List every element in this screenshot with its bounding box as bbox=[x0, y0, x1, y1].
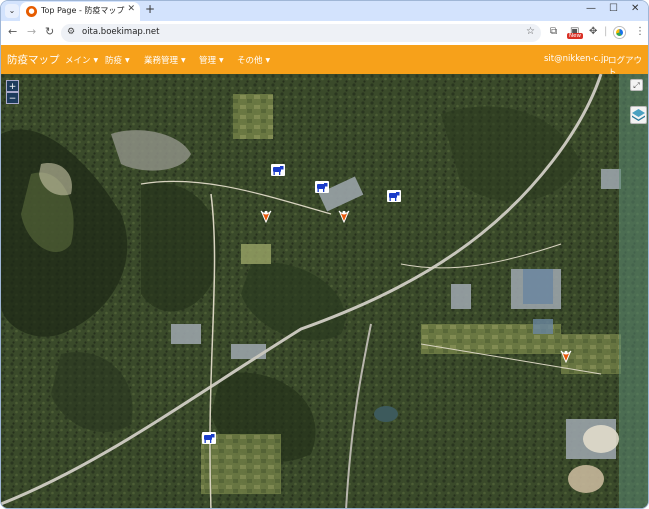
cow-marker-icon[interactable] bbox=[271, 164, 285, 176]
cow-marker-icon[interactable] bbox=[315, 181, 329, 193]
menu-boueki[interactable]: 防疫 ▼ bbox=[105, 54, 130, 66]
screenshot-icon[interactable]: ⧉ bbox=[550, 26, 557, 37]
tab-title: Top Page - 防疫マップ bbox=[41, 6, 125, 15]
caret-down-icon: ▼ bbox=[181, 57, 186, 64]
caret-down-icon: ▼ bbox=[265, 57, 271, 64]
bookmark-star-icon[interactable]: ☆ bbox=[526, 26, 535, 37]
app-navbar: 防疫マップ メイン ▼ 防疫 ▼ 業務管理 ▼ 管理 ▼ その他 ▼ sit@nikken… bbox=[1, 45, 648, 78]
favicon-icon: ● bbox=[26, 6, 37, 17]
chicken-marker-icon[interactable] bbox=[337, 209, 351, 223]
caret-down-icon: ▼ bbox=[219, 57, 224, 64]
url-text[interactable]: oita.boekimap.net bbox=[82, 27, 159, 37]
chicken-marker-icon[interactable] bbox=[559, 349, 573, 363]
satellite-imagery bbox=[1, 74, 648, 508]
zoom-in-button[interactable]: + bbox=[6, 80, 19, 92]
tab-strip: ⌄ ● Top Page - 防疫マップ ✕ + — ☐ ✕ bbox=[1, 1, 648, 21]
tab-search-icon[interactable]: ⌄ bbox=[5, 4, 19, 18]
site-info-icon[interactable]: ⚙ bbox=[67, 27, 75, 37]
reload-icon[interactable]: ↻ bbox=[45, 25, 54, 38]
browser-toolbar: ← → ↻ ⚙ oita.boekimap.net ☆ ⧉ ▣ New ✥ | … bbox=[1, 21, 648, 45]
puzzle-icon[interactable]: ✥ bbox=[589, 26, 597, 37]
menu-boueki-label: 防疫 bbox=[105, 56, 123, 66]
brand-title[interactable]: 防疫マップ bbox=[7, 52, 60, 67]
cow-marker-icon[interactable] bbox=[387, 190, 401, 202]
maximize-icon[interactable]: ☐ bbox=[609, 3, 618, 14]
menu-main-label: メイン bbox=[65, 56, 91, 66]
menu-main[interactable]: メイン ▼ bbox=[65, 54, 98, 66]
close-window-icon[interactable]: ✕ bbox=[631, 3, 639, 14]
layers-button[interactable] bbox=[630, 106, 647, 124]
caret-down-icon: ▼ bbox=[93, 57, 99, 64]
new-badge: New bbox=[567, 33, 583, 39]
chicken-marker-icon[interactable] bbox=[259, 209, 273, 223]
zoom-out-button[interactable]: − bbox=[6, 92, 19, 104]
kebab-menu-icon[interactable]: ⋮ bbox=[635, 26, 645, 37]
avatar[interactable] bbox=[614, 27, 625, 38]
new-tab-icon[interactable]: + bbox=[145, 2, 155, 16]
user-email[interactable]: sit@nikken-c.jp bbox=[544, 54, 609, 64]
caret-down-icon: ▼ bbox=[125, 57, 130, 64]
menu-admin-label: 管理 bbox=[199, 56, 217, 66]
browser-window: ⌄ ● Top Page - 防疫マップ ✕ + — ☐ ✕ ← → ↻ ⚙ o… bbox=[0, 0, 649, 509]
menu-admin[interactable]: 管理 ▼ bbox=[199, 54, 224, 66]
forward-icon[interactable]: → bbox=[27, 25, 36, 38]
minimize-icon[interactable]: — bbox=[586, 3, 596, 14]
menu-other-label: その他 bbox=[237, 56, 263, 66]
menu-business[interactable]: 業務管理 ▼ bbox=[144, 54, 186, 66]
browser-tab[interactable]: ● Top Page - 防疫マップ ✕ bbox=[20, 2, 140, 21]
menu-other[interactable]: その他 ▼ bbox=[237, 54, 270, 66]
back-icon[interactable]: ← bbox=[8, 25, 17, 38]
menu-business-label: 業務管理 bbox=[144, 56, 179, 66]
map-canvas[interactable]: + − ⤢ bbox=[1, 74, 648, 508]
toolbar-divider: | bbox=[604, 26, 608, 37]
close-tab-icon[interactable]: ✕ bbox=[127, 4, 135, 14]
layers-icon bbox=[632, 109, 645, 121]
address-bar[interactable]: ⚙ oita.boekimap.net ☆ bbox=[61, 24, 541, 42]
fullscreen-icon[interactable]: ⤢ bbox=[630, 79, 643, 91]
cow-marker-icon[interactable] bbox=[202, 432, 216, 444]
